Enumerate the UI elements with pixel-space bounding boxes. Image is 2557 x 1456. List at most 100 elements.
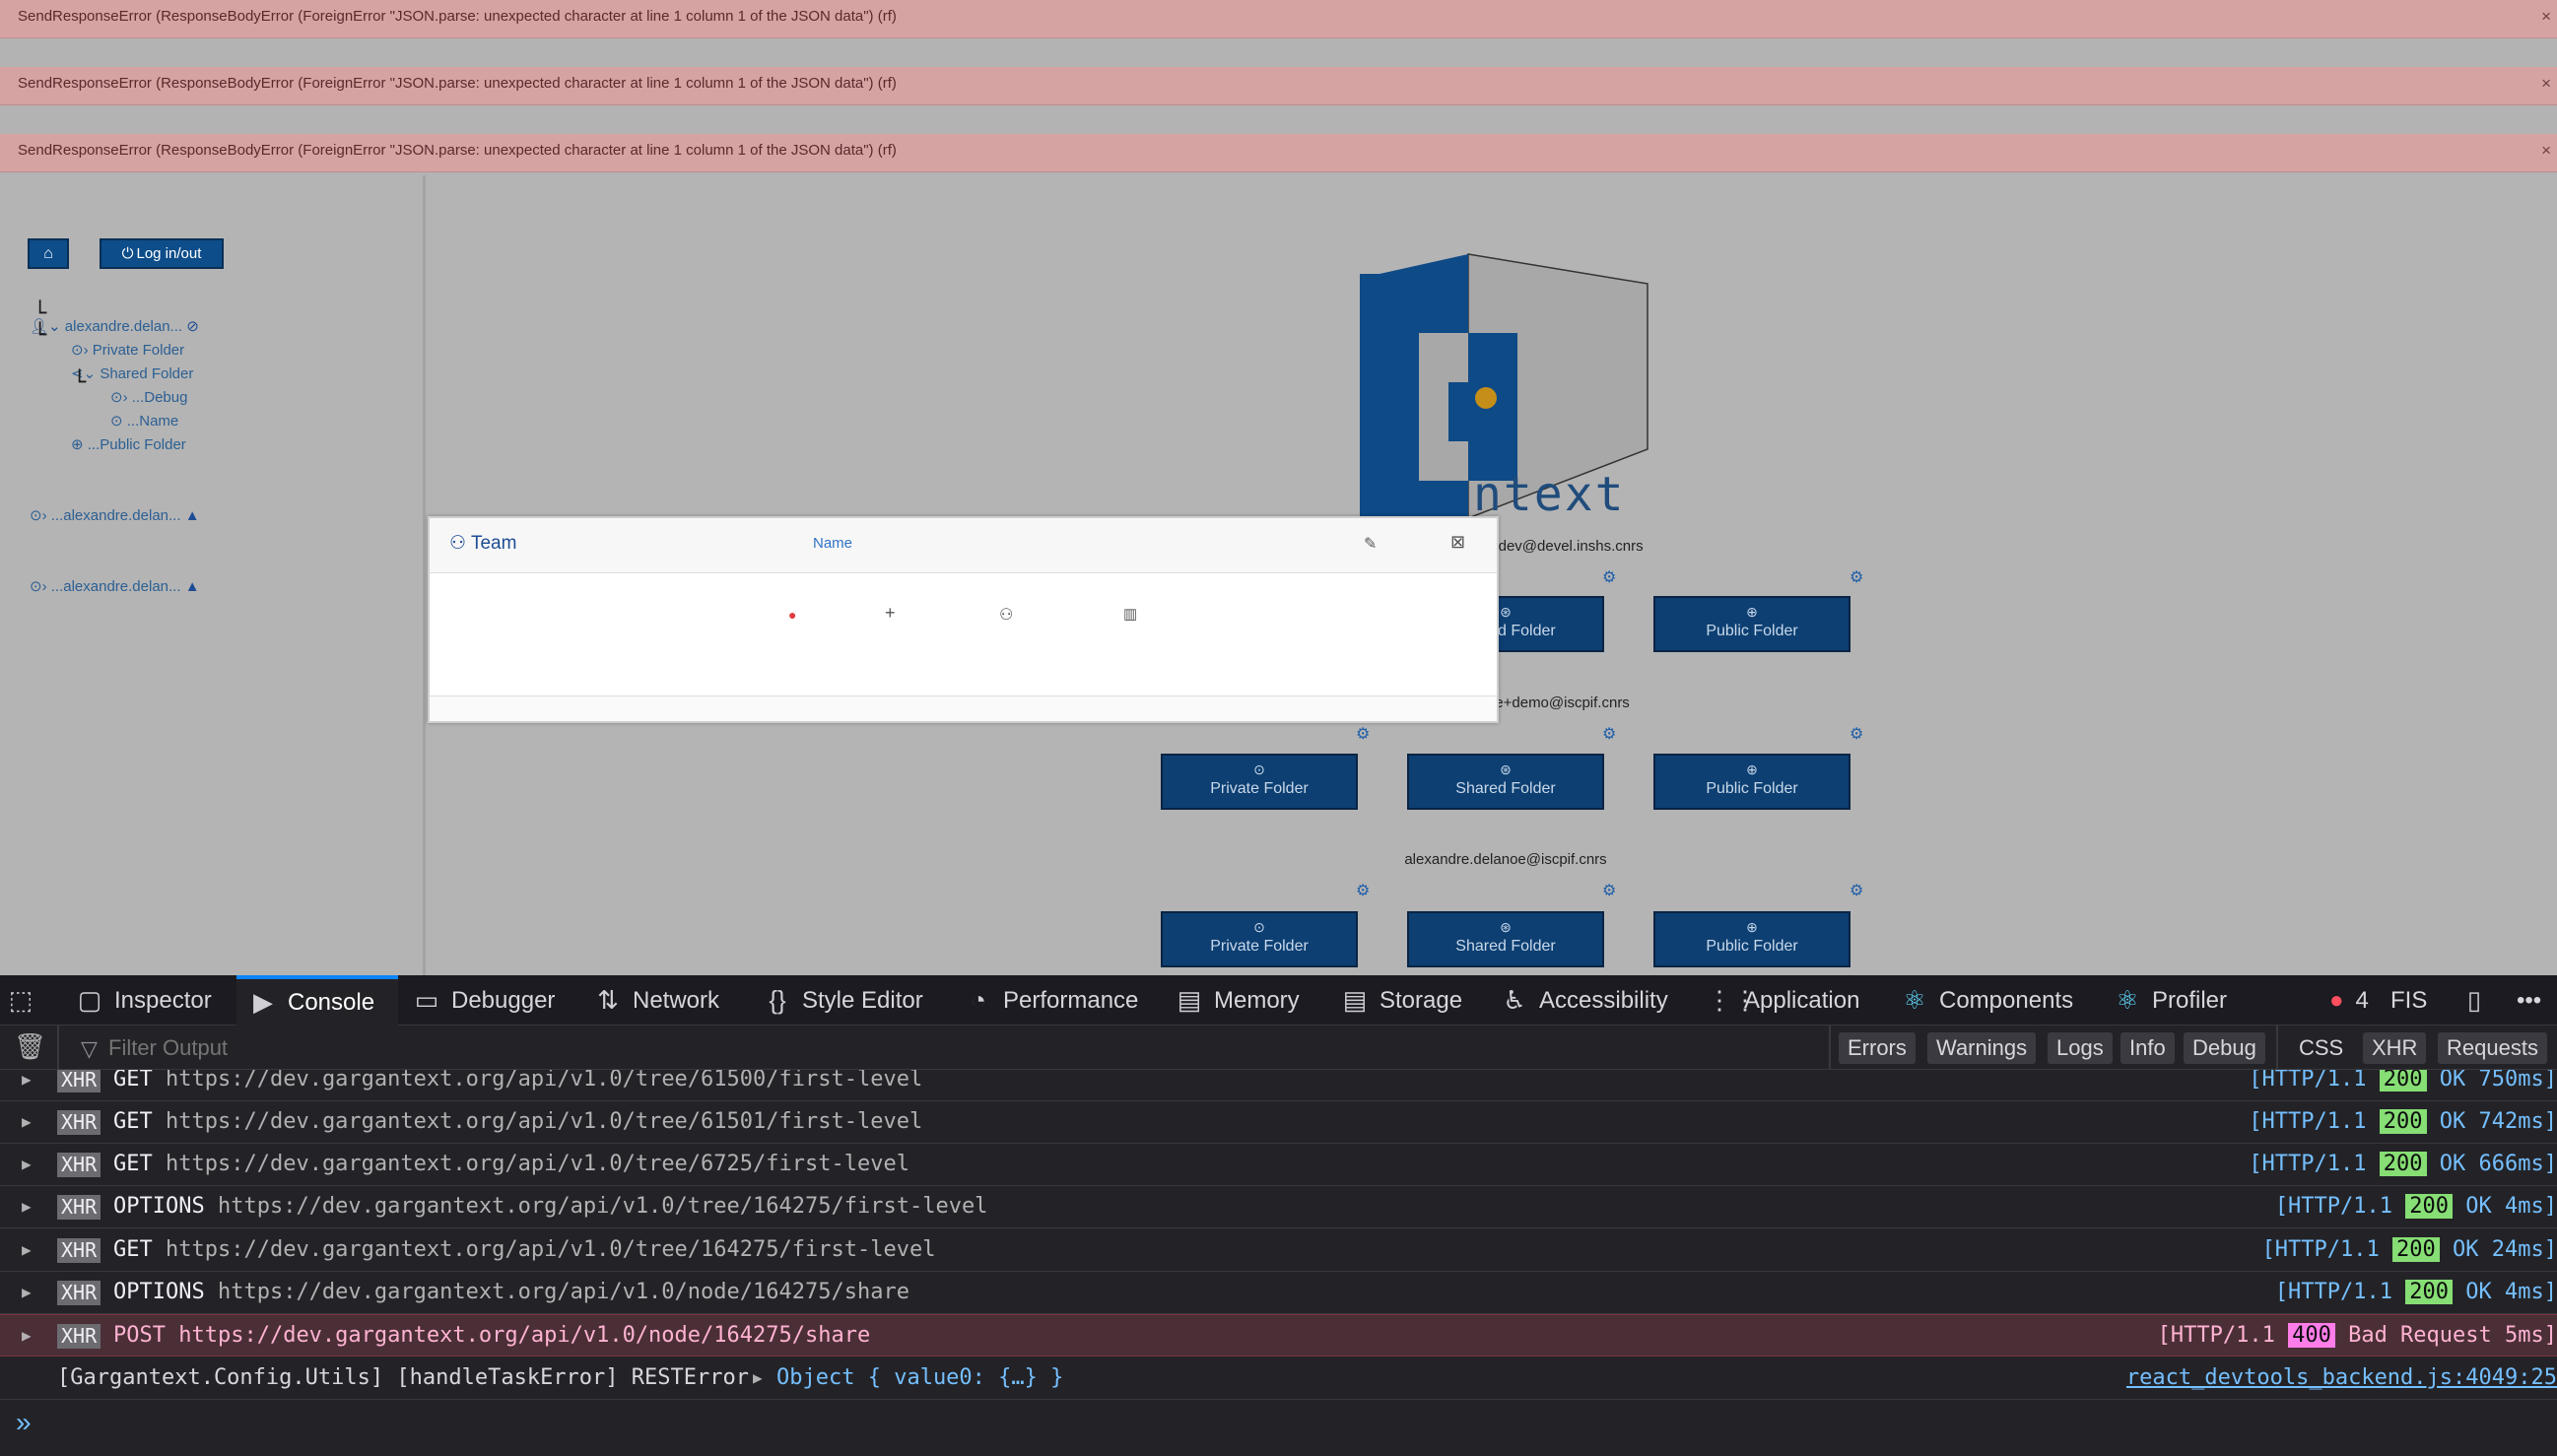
close-icon[interactable]: × bbox=[2541, 67, 2551, 100]
tab-inspector[interactable]: ▢ Inspector bbox=[77, 975, 212, 1026]
console-prompt[interactable]: » bbox=[16, 1407, 32, 1438]
log-url[interactable]: https://dev.gargantext.org/api/v1.0/tree… bbox=[166, 1109, 922, 1134]
filter-info[interactable]: Info bbox=[2120, 1032, 2175, 1064]
close-icon[interactable]: ⊠ bbox=[1450, 532, 1465, 553]
log-row[interactable]: ▶ XHR GET https://dev.gargantext.org/api… bbox=[0, 1070, 2557, 1101]
devtools: ⬚ ▢ Inspector ▶ Console ▭ Debugger ⇅ Network… bbox=[0, 975, 2557, 1456]
expand-icon[interactable]: ▶ bbox=[753, 1357, 763, 1399]
tab-network[interactable]: ⇅ Network bbox=[595, 975, 719, 1026]
gear-icon[interactable]: ⚙ bbox=[1850, 881, 1863, 900]
tab-storage[interactable]: ▤ Storage bbox=[1342, 975, 1462, 1026]
name-label[interactable]: Name bbox=[813, 535, 852, 552]
log-url[interactable]: https://dev.gargantext.org/api/v1.0/tree… bbox=[166, 1070, 922, 1092]
tab-performance[interactable]: ◔ Performance bbox=[966, 975, 1138, 1026]
tab-profiler[interactable]: ⚛ Profiler bbox=[2115, 975, 2227, 1026]
log-url[interactable]: https://dev.gargantext.org/api/v1.0/tree… bbox=[166, 1152, 909, 1176]
gear-icon[interactable]: ⚙ bbox=[1602, 881, 1616, 900]
folder-label: Public Folder bbox=[1706, 623, 1798, 639]
locale-label[interactable]: FIS bbox=[2390, 975, 2427, 1026]
tab-style-editor[interactable]: {} Style Editor bbox=[765, 975, 922, 1026]
shared-folder-button[interactable]: ⊛ Shared Folder bbox=[1407, 754, 1604, 810]
private-folder-button[interactable]: ⊙ Private Folder bbox=[1161, 754, 1358, 810]
gear-icon[interactable]: ⚙ bbox=[1356, 724, 1370, 744]
tab-label: Storage bbox=[1379, 986, 1463, 1014]
gear-icon[interactable]: ⚙ bbox=[1602, 724, 1616, 744]
tab-memory[interactable]: ▤ Memory bbox=[1177, 975, 1300, 1026]
shared-folder-button[interactable]: ⊛ Shared Folder bbox=[1407, 911, 1604, 967]
log-row-error[interactable]: ▶ XHR POST https://dev.gargantext.org/ap… bbox=[0, 1314, 2557, 1357]
help-icon[interactable]: ● bbox=[788, 607, 796, 623]
filter-warnings[interactable]: Warnings bbox=[1927, 1032, 2037, 1064]
expand-icon[interactable]: ▶ bbox=[22, 1144, 32, 1185]
filter-logs[interactable]: Logs bbox=[2048, 1032, 2113, 1064]
tree-user-label: ...alexandre.delan... bbox=[50, 578, 181, 595]
log-url[interactable]: https://dev.gargantext.org/api/v1.0/tree… bbox=[166, 1237, 935, 1262]
expand-icon[interactable]: ▶ bbox=[22, 1229, 32, 1271]
gear-icon[interactable]: ⚙ bbox=[1850, 567, 1863, 587]
tab-components[interactable]: ⚛ Components bbox=[1902, 975, 2073, 1026]
home-button[interactable]: ⌂ bbox=[28, 238, 69, 269]
log-row[interactable]: ▶ XHR OPTIONS https://dev.gargantext.org… bbox=[0, 1186, 2557, 1228]
team-icon: ⊙› bbox=[110, 389, 128, 406]
log-url[interactable]: https://dev.gargantext.org/api/v1.0/node… bbox=[178, 1323, 870, 1348]
filter-css[interactable]: CSS bbox=[2290, 1032, 2352, 1064]
login-button[interactable]: ⏻ Log in/out bbox=[100, 238, 224, 269]
expand-icon[interactable]: ▶ bbox=[22, 1070, 32, 1100]
tab-application[interactable]: ⋮⋮ Application bbox=[1707, 975, 1859, 1026]
folder-label: Shared Folder bbox=[1455, 938, 1556, 955]
team-icon: ⊙ bbox=[110, 413, 123, 430]
tab-accessibility[interactable]: ♿︎ Accessibility bbox=[1502, 975, 1667, 1026]
edit-icon[interactable]: ✎ bbox=[1364, 534, 1377, 554]
log-url[interactable]: https://dev.gargantext.org/api/v1.0/tree… bbox=[218, 1194, 987, 1219]
close-icon[interactable]: × bbox=[2541, 134, 2551, 167]
tree-item-public[interactable]: ⊕ ...Public Folder bbox=[71, 435, 186, 453]
filter-requests[interactable]: Requests bbox=[2438, 1032, 2547, 1064]
log-row[interactable]: ▶ XHR GET https://dev.gargantext.org/api… bbox=[0, 1229, 2557, 1272]
close-icon[interactable]: × bbox=[2541, 0, 2551, 33]
public-folder-button[interactable]: ⊕ Public Folder bbox=[1653, 911, 1850, 967]
log-object[interactable]: Object { value0: {…} } bbox=[776, 1357, 1063, 1399]
divider bbox=[1829, 1026, 1831, 1070]
status-code: 200 bbox=[2392, 1237, 2440, 1262]
gear-icon[interactable]: ⚙ bbox=[1850, 724, 1863, 744]
filter-xhr[interactable]: XHR bbox=[2363, 1032, 2427, 1064]
add-user-icon[interactable]: ⚇ bbox=[999, 605, 1013, 625]
status-code: 200 bbox=[2379, 1070, 2427, 1092]
responsive-icon[interactable]: ▯ bbox=[2461, 975, 2487, 1026]
add-icon[interactable]: + bbox=[885, 603, 896, 624]
tree-item-debug[interactable]: ⊙› ...Debug bbox=[110, 388, 187, 406]
tree-user-node-3[interactable]: ⊙› ...alexandre.delan... ▲ bbox=[30, 577, 200, 595]
tree-item-private[interactable]: ⊙› Private Folder bbox=[71, 341, 184, 359]
gear-icon[interactable]: ⚙ bbox=[1602, 567, 1616, 587]
tab-console[interactable]: ▶ Console bbox=[236, 975, 398, 1026]
expand-icon[interactable]: ▶ bbox=[22, 1101, 32, 1143]
log-row[interactable]: ▶ XHR GET https://dev.gargantext.org/api… bbox=[0, 1101, 2557, 1144]
filter-errors[interactable]: Errors bbox=[1839, 1032, 1916, 1064]
expand-icon[interactable]: ▶ bbox=[22, 1315, 32, 1357]
error-count[interactable]: ● 4 bbox=[2329, 975, 2369, 1026]
filter-output-input[interactable] bbox=[108, 1032, 798, 1064]
public-folder-button[interactable]: ⊕ Public Folder bbox=[1653, 754, 1850, 810]
log-row-task-error[interactable]: [Gargantext.Config.Utils] [handleTaskErr… bbox=[0, 1357, 2557, 1400]
public-folder-button[interactable]: ⊕ Public Folder bbox=[1653, 596, 1850, 652]
more-icon[interactable]: ••• bbox=[2517, 975, 2541, 1026]
tree-item-name[interactable]: ⊙ ...Name bbox=[110, 412, 178, 430]
log-row[interactable]: ▶ XHR GET https://dev.gargantext.org/api… bbox=[0, 1144, 2557, 1186]
private-folder-button[interactable]: ⊙ Private Folder bbox=[1161, 911, 1358, 967]
trash-icon[interactable]: ▥ bbox=[1123, 605, 1137, 623]
log-url[interactable]: https://dev.gargantext.org/api/v1.0/node… bbox=[218, 1280, 909, 1304]
trash-icon[interactable]: 🗑︎ bbox=[14, 1031, 46, 1062]
private-folder-icon: ⊙ bbox=[1253, 919, 1265, 935]
tab-debugger[interactable]: ▭ Debugger bbox=[414, 975, 556, 1026]
log-row[interactable]: ▶ XHR OPTIONS https://dev.gargantext.org… bbox=[0, 1272, 2557, 1314]
expand-icon[interactable]: ▶ bbox=[22, 1272, 32, 1313]
filter-debug[interactable]: Debug bbox=[2184, 1032, 2265, 1064]
expand-icon[interactable]: ▶ bbox=[22, 1186, 32, 1227]
tree-item-shared[interactable]: ⋖⌄ Shared Folder bbox=[71, 364, 193, 382]
log-source-link[interactable]: react_devtools_backend.js:4049:25 bbox=[2126, 1357, 2557, 1399]
pick-element-icon[interactable]: ⬚ bbox=[8, 975, 34, 1026]
tree-user-node[interactable]: 👤︎⌄ alexandre.delan... ⊘ bbox=[30, 317, 199, 335]
react-icon: ⚛ bbox=[2116, 985, 2139, 1015]
gear-icon[interactable]: ⚙ bbox=[1356, 881, 1370, 900]
tree-user-node-2[interactable]: ⊙› ...alexandre.delan... ▲ bbox=[30, 506, 200, 524]
